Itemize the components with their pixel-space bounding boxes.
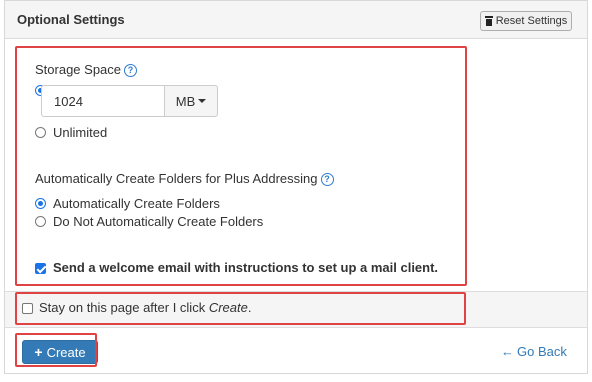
highlight-box-create xyxy=(15,333,97,367)
go-back-link[interactable]: ← Go Back xyxy=(501,344,567,359)
highlight-box-settings xyxy=(15,46,467,286)
go-back-label: Go Back xyxy=(517,344,567,359)
trash-icon xyxy=(484,16,493,26)
highlight-box-stay xyxy=(15,292,466,325)
footer-divider xyxy=(5,327,587,328)
reset-settings-button[interactable]: Reset Settings xyxy=(480,11,572,31)
reset-settings-label: Reset Settings xyxy=(495,15,568,27)
arrow-left-icon: ← xyxy=(501,344,514,359)
panel-title: Optional Settings xyxy=(17,12,125,27)
panel-header: Optional Settings Reset Settings xyxy=(5,1,587,39)
